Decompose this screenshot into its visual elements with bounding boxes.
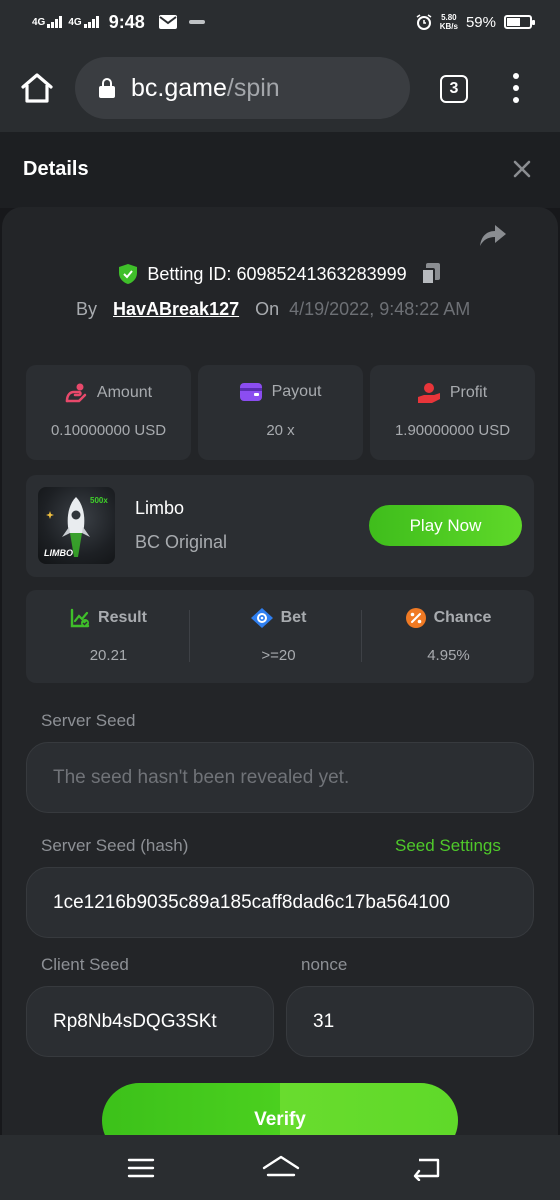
network-type-1: 4G: [32, 17, 46, 28]
alarm-icon: [416, 14, 432, 30]
chart-check-icon: [70, 608, 90, 628]
divider: [361, 610, 362, 662]
game-name: Limbo: [135, 498, 185, 518]
client-seed-label: Client Seed: [41, 955, 129, 974]
profit-value: 1.90000000 USD: [394, 422, 511, 439]
home-nav-icon[interactable]: [262, 1155, 300, 1181]
result-card: Result 20.21 Bet >=20 Chance 4.95%: [26, 590, 534, 683]
amount-card: Amount 0.10000000 USD: [26, 365, 191, 460]
payout-value: 20 x: [266, 422, 295, 439]
seed-settings-link[interactable]: Seed Settings: [395, 836, 501, 856]
bet-label: Bet: [280, 609, 307, 626]
signal-sim1: 4G: [32, 16, 63, 28]
mail-icon: [158, 15, 177, 29]
url-path: /spin: [226, 73, 280, 102]
game-thumbnail[interactable]: 500x LIMBO: [38, 487, 115, 564]
amount-value: 0.10000000 USD: [50, 422, 167, 439]
details-header: Details: [0, 132, 560, 208]
signal-sim2: 4G: [68, 16, 99, 28]
thumb-multiplier: 500x: [90, 496, 108, 505]
battery-fill: [507, 18, 520, 26]
battery-percent: 59%: [465, 13, 496, 31]
status-right: 5.80 KB/s 59%: [416, 13, 535, 31]
more-menu-icon[interactable]: [510, 73, 522, 103]
page-title: Details: [23, 158, 89, 180]
nonce-label: nonce: [301, 955, 348, 974]
amount-icon: [65, 383, 87, 403]
on-label: On: [255, 298, 280, 319]
username-link[interactable]: HavABreak127: [113, 299, 239, 320]
game-card: 500x LIMBO Limbo BC Original Play Now: [26, 475, 534, 577]
chance-column: Chance 4.95%: [366, 590, 531, 683]
by-label: By: [76, 298, 98, 319]
wallet-icon: [239, 383, 262, 401]
chance-value: 4.95%: [427, 647, 470, 664]
url-domain: bc.game: [131, 73, 227, 102]
battery-icon: [504, 15, 535, 29]
target-icon: [250, 608, 273, 628]
result-label: Result: [98, 609, 147, 626]
network-type-2: 4G: [68, 17, 82, 28]
share-icon[interactable]: [478, 222, 508, 250]
game-provider: BC Original: [135, 532, 228, 552]
betting-id-label: Betting ID:: [147, 263, 232, 284]
home-icon[interactable]: [20, 72, 54, 104]
bet-date: 4/19/2022, 9:48:22 AM: [289, 298, 471, 319]
chance-label: Chance: [433, 609, 492, 626]
nonce-field[interactable]: 31: [286, 986, 534, 1057]
server-seed-label: Server Seed: [41, 711, 136, 730]
client-seed-field[interactable]: Rp8Nb4sDQG3SKt: [26, 986, 274, 1057]
speed-value: 5.80: [441, 13, 457, 22]
network-speed: 5.80 KB/s: [440, 13, 458, 31]
bet-value: >=20: [261, 647, 296, 664]
server-seed-field[interactable]: The seed hasn't been revealed yet.: [26, 742, 534, 813]
bet-column: Bet >=20: [196, 590, 361, 683]
result-column: Result 20.21: [26, 590, 191, 683]
signal-bars-icon: [83, 16, 99, 28]
server-seed-hash-label: Server Seed (hash): [41, 836, 189, 855]
clock: 9:48: [108, 11, 145, 32]
tabs-button[interactable]: 3: [440, 75, 468, 103]
betting-id: Betting ID: 60985241363283999: [147, 264, 406, 285]
system-navigation-bar: [0, 1135, 560, 1200]
app-notification-icon: [188, 20, 205, 24]
thumb-label: LIMBO: [44, 548, 73, 558]
shield-check-icon: [119, 264, 138, 284]
browser-toolbar: bc.game/spin 3: [0, 44, 560, 132]
profit-card: Profit 1.90000000 USD: [370, 365, 535, 460]
server-seed-hash-field[interactable]: 1ce1216b9035c89a185caff8dad6c17ba564100: [26, 867, 534, 938]
status-left: 4G 4G 9:48: [32, 12, 205, 33]
signal-bars-icon: [47, 16, 63, 28]
amount-label: Amount: [96, 384, 153, 401]
status-bar: 4G 4G 9:48 5.80 KB/s 59%: [0, 0, 560, 44]
divider: [189, 610, 190, 662]
address-bar[interactable]: bc.game/spin: [75, 57, 410, 119]
recent-apps-icon[interactable]: [126, 1155, 156, 1181]
speed-unit: KB/s: [439, 22, 458, 31]
betting-id-row: Betting ID: 60985241363283999: [0, 260, 560, 288]
url-text: bc.game/spin: [131, 74, 280, 103]
profit-icon: [417, 383, 440, 403]
result-value: 20.21: [89, 647, 128, 664]
profit-label: Profit: [449, 384, 488, 401]
back-icon[interactable]: [411, 1155, 441, 1181]
copy-icon[interactable]: [420, 263, 441, 285]
close-icon[interactable]: [512, 159, 532, 179]
betting-id-value: 60985241363283999: [236, 263, 407, 284]
payout-label: Payout: [271, 383, 322, 400]
lock-icon: [99, 78, 115, 98]
percent-icon: [405, 608, 426, 628]
play-now-button[interactable]: Play Now: [369, 505, 522, 546]
rocket-icon: 500x LIMBO: [44, 496, 108, 558]
payout-card: Payout 20 x: [198, 365, 363, 460]
bet-meta: By HavABreak127 On 4/19/2022, 9:48:22 AM: [76, 296, 470, 322]
